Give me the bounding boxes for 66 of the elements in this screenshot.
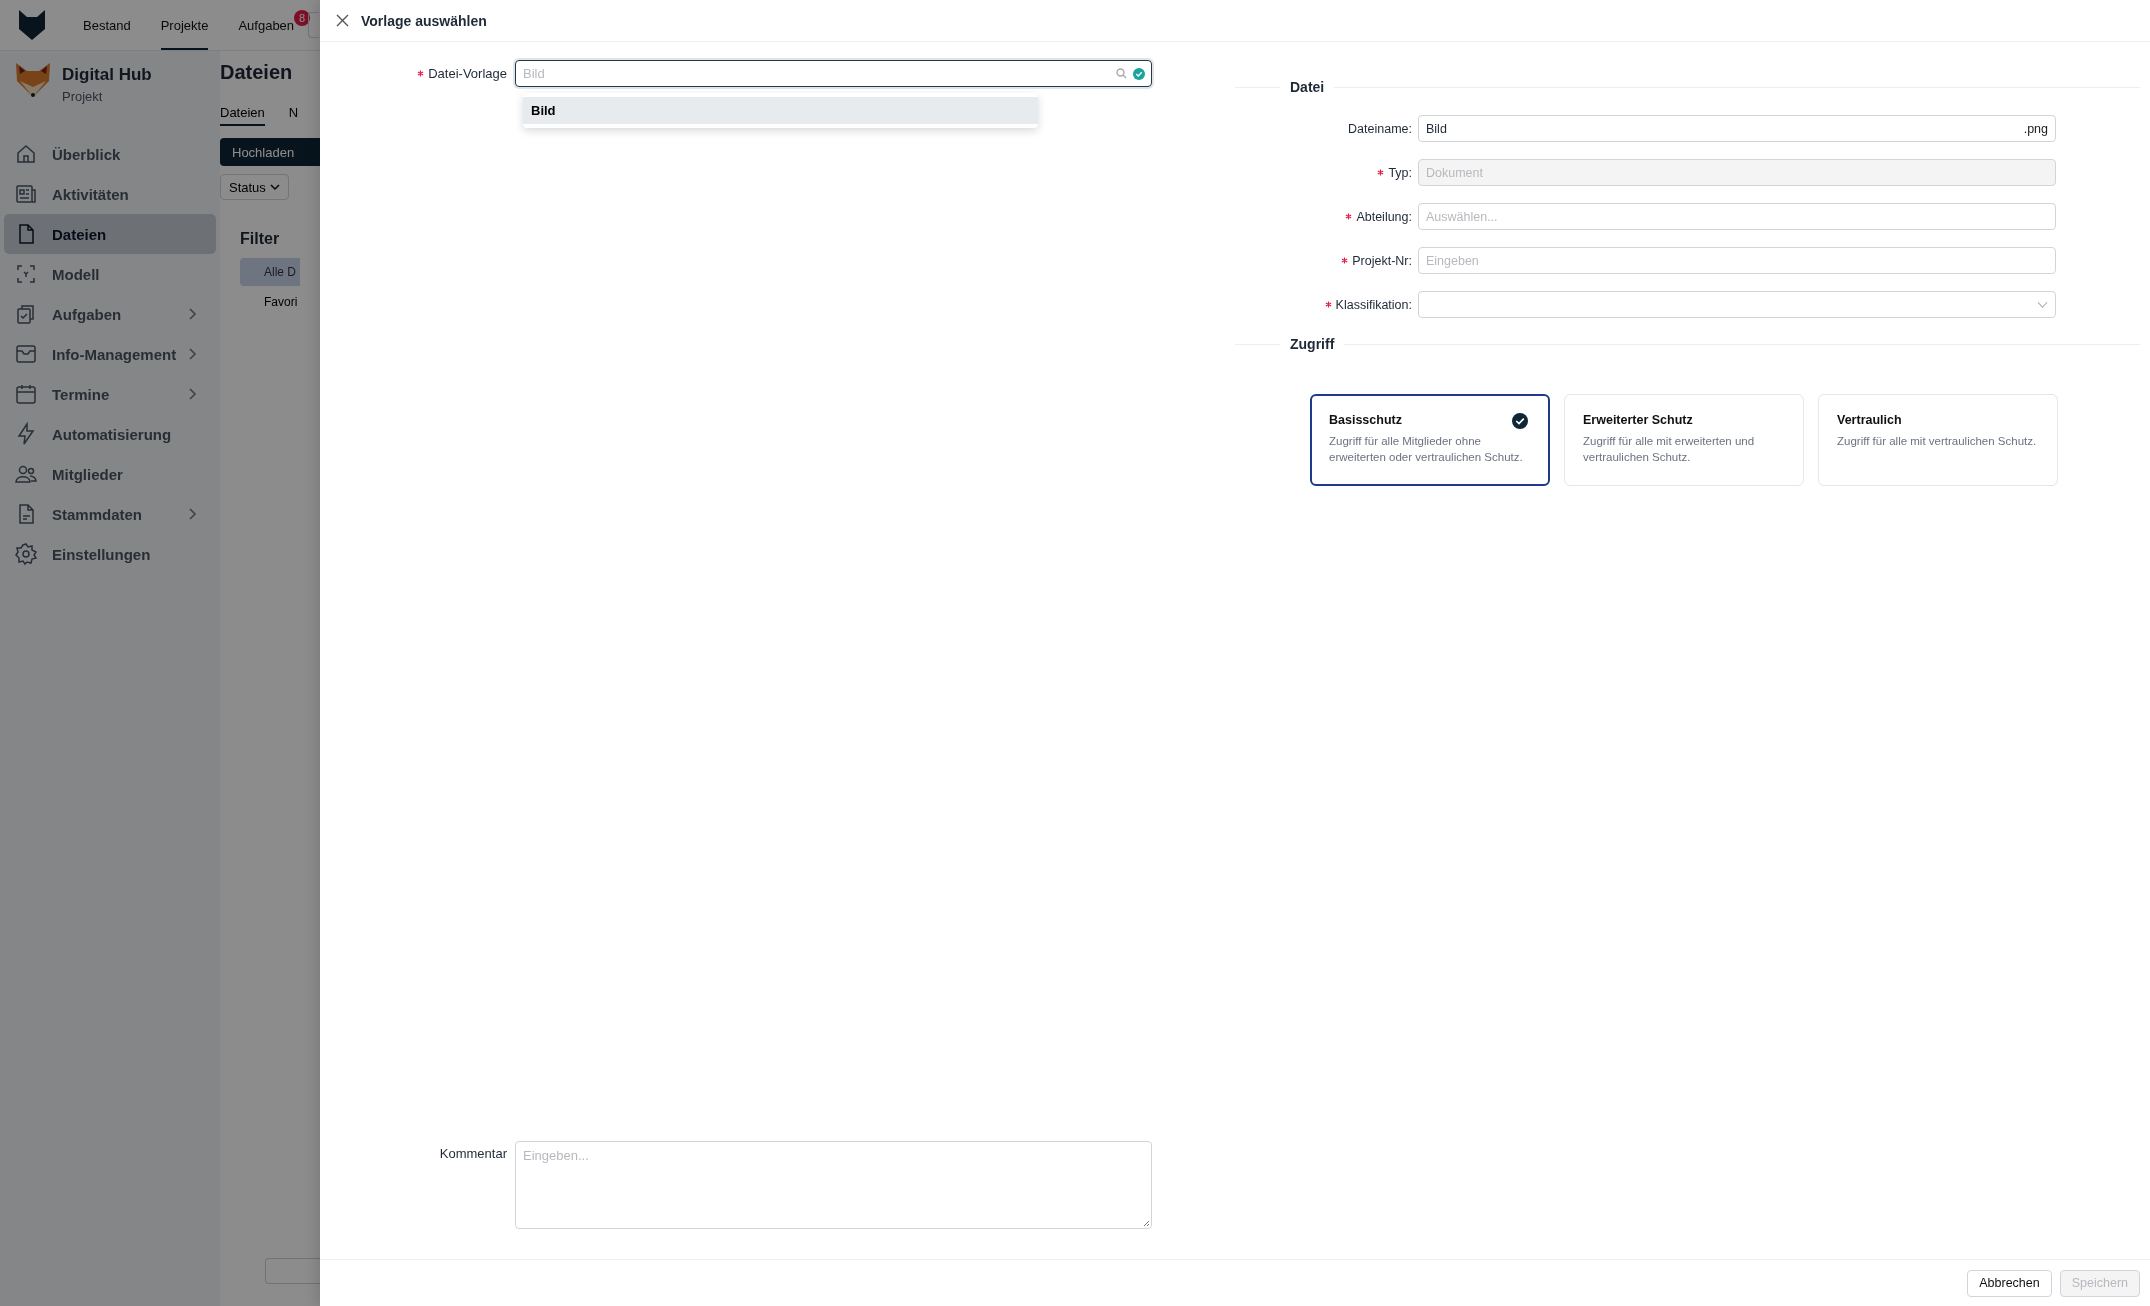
fox-logo-icon[interactable] <box>17 9 47 41</box>
field-label: Datei-Vorlage <box>428 66 507 81</box>
access-option-card[interactable]: Vertraulich Zugriff für alle mit vertraulichen Schutz. <box>1818 394 2058 486</box>
filter-heading: Filter <box>240 230 281 248</box>
page-tab[interactable]: Dateien <box>220 98 265 126</box>
option-title: Erweiterter Schutz <box>1583 413 1694 427</box>
field-label: Kommentar <box>439 1146 507 1161</box>
nav-tab[interactable]: Bestand <box>83 0 131 50</box>
text-field[interactable]: Bild .png <box>1418 115 2056 142</box>
nav-icon <box>14 342 38 366</box>
field-label: Dateiname: <box>1348 121 1412 136</box>
text-field[interactable]: Auswählen... <box>1418 203 2056 230</box>
sidebar-item[interactable]: Überblick <box>4 134 216 174</box>
sidebar-item[interactable]: Mitglieder <box>4 454 216 494</box>
resize-handle-icon[interactable] <box>1142 1219 1150 1227</box>
project-name: Digital Hub <box>62 65 152 85</box>
project-type: Projekt <box>62 89 104 104</box>
check-circle-icon <box>1512 413 1528 429</box>
field-label: Typ: <box>1388 165 1412 180</box>
access-option-card[interactable]: Erweiterter Schutz Zugriff für alle mit erweiterten und vertraulichen Schutz. <box>1564 394 1804 486</box>
close-icon[interactable] <box>336 14 349 27</box>
section-heading: Zugriff <box>1290 336 1335 352</box>
nav-tab[interactable]: Projekte <box>160 0 209 50</box>
option-title: Basisschutz <box>1329 413 1403 427</box>
nav-tab[interactable]: Aufgaben 8 <box>238 0 311 50</box>
filter-item[interactable]: Alle D <box>240 258 300 286</box>
search-field[interactable] <box>308 12 319 38</box>
access-option-card[interactable]: Basisschutz Zugriff für alle Mitglieder ohne erweiterten oder vertraulichen Schutz. <box>1310 394 1550 486</box>
sidebar-item[interactable]: Stammdaten <box>4 494 216 534</box>
field-label: Projekt-Nr: <box>1352 253 1412 268</box>
sidebar-item[interactable]: Aufgaben <box>4 294 216 334</box>
option-description: Zugriff für alle mit vertraulichen Schutz. <box>1837 434 2038 449</box>
nav-icon <box>14 182 38 206</box>
filter-item[interactable]: Favori <box>240 288 300 316</box>
nav-icon <box>14 382 38 406</box>
dropdown-option[interactable]: Bild <box>523 97 1038 124</box>
sidebar-item[interactable]: Termine <box>4 374 216 414</box>
select-field[interactable] <box>1418 291 2056 318</box>
sidebar-item[interactable]: Aktivitäten <box>4 174 216 214</box>
upload-button[interactable]: Hochladen <box>220 138 320 166</box>
sidebar-item[interactable]: Einstellungen <box>4 534 216 574</box>
dialog-title: Vorlage auswählen <box>361 12 487 29</box>
option-title: Vertraulich <box>1837 413 1903 427</box>
template-search-field[interactable]: Bild <box>515 60 1152 87</box>
sidebar-item[interactable]: Info-Management <box>4 334 216 374</box>
field-label: Abteilung: <box>1356 209 1412 224</box>
sidebar-item[interactable]: Automatisierung <box>4 414 216 454</box>
footer-button[interactable]: Abbrechen <box>1967 1269 2052 1297</box>
nav-icon <box>14 142 38 166</box>
text-field[interactable]: Eingeben <box>1418 247 2056 274</box>
nav-icon <box>14 542 38 566</box>
chevron-down-icon <box>269 182 280 192</box>
sidebar-item[interactable]: Modell <box>4 254 216 294</box>
search-icon <box>1116 68 1127 79</box>
count-badge: 8 <box>294 10 311 26</box>
section-heading: Datei <box>1290 79 1325 95</box>
sidebar-item[interactable]: Dateien <box>4 214 216 254</box>
page-title: Dateien <box>220 61 294 84</box>
option-description: Zugriff für alle Mitglieder ohne erweiterten oder vertraulichen Schutz. <box>1329 434 1524 465</box>
option-description: Zugriff für alle mit erweiterten und vertraulichen Schutz. <box>1583 434 1756 465</box>
nav-icon <box>14 262 38 286</box>
chevron-down-icon <box>2037 300 2048 309</box>
status-dropdown[interactable]: Status <box>220 174 289 200</box>
comment-field[interactable]: Eingeben... <box>515 1141 1152 1229</box>
field-label: Klassifikation: <box>1335 297 1412 312</box>
page-tab[interactable]: N <box>288 98 299 126</box>
